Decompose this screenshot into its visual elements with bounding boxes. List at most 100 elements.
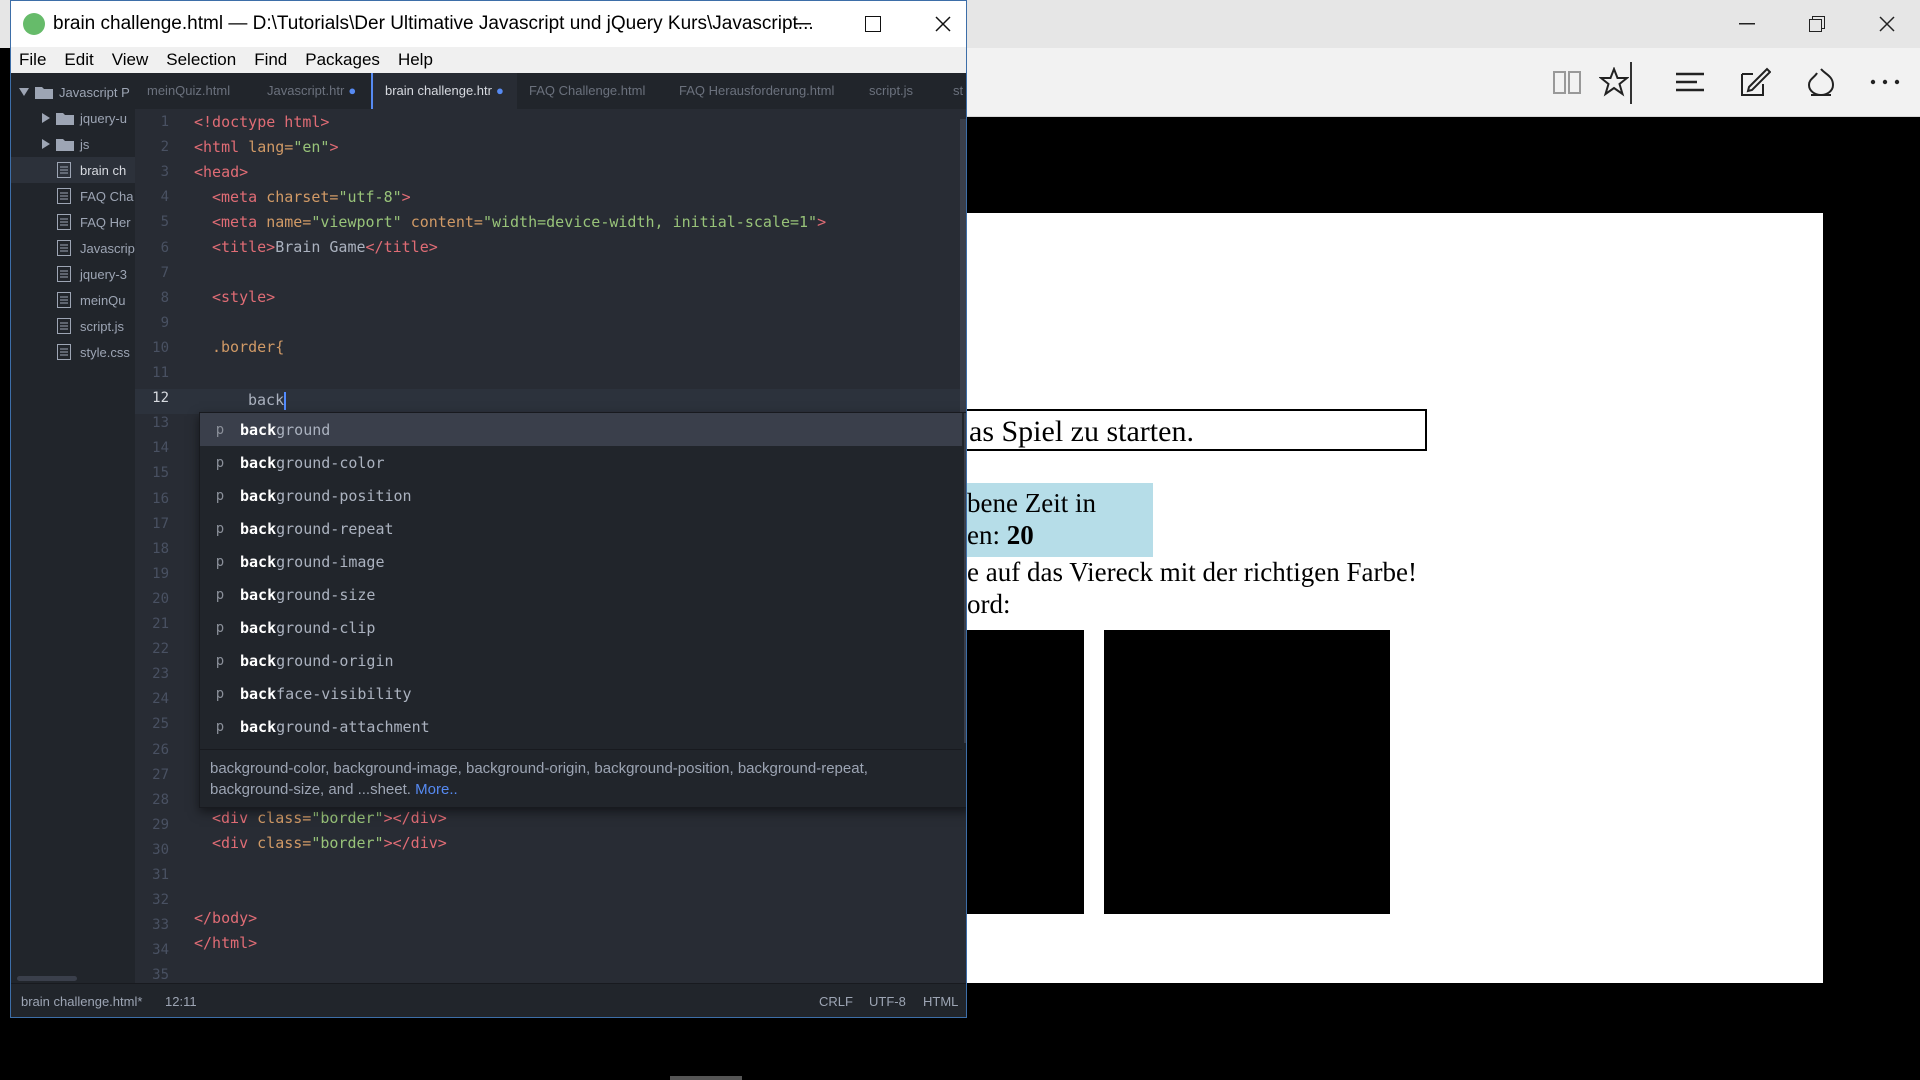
tree-file-style-css[interactable]: style.css [11, 339, 135, 365]
status-encoding[interactable]: UTF-8 [869, 984, 906, 1017]
code-token: class= [257, 809, 312, 827]
toolbar-separator [1630, 62, 1632, 104]
code-token: </body> [194, 909, 258, 927]
tree-view: Javascript P jquery-u js brain ch FAQ Ch… [11, 73, 136, 993]
line-number: 10 [152, 339, 169, 356]
autocomplete-item[interactable]: p back ground-attachment [200, 710, 962, 743]
status-cursor-position[interactable]: 12:11 [165, 984, 197, 1017]
browser-close-button[interactable] [1852, 0, 1920, 48]
status-grammar[interactable]: HTML [923, 984, 958, 1017]
game-square[interactable] [967, 630, 1084, 914]
start-message-box[interactable]: as Spiel zu starten. [967, 409, 1427, 451]
line-number: 4 [160, 189, 169, 206]
tree-file-meinquiz[interactable]: meinQu [11, 287, 135, 313]
code-line-1: <!doctype html> [194, 113, 329, 131]
suggestion-type-badge: p [215, 652, 225, 669]
tab-style[interactable]: st [949, 73, 966, 109]
suggestion-match: back [240, 684, 277, 703]
reading-view-button[interactable] [1547, 62, 1587, 102]
tree-file-faq-challenge[interactable]: FAQ Cha [11, 183, 135, 209]
code-token: <style> [212, 288, 276, 306]
tab-label: Javascript.htr [267, 83, 345, 98]
line-number: 2 [160, 139, 169, 156]
suggestion-rest: ground-clip [276, 618, 376, 637]
tree-file-brain-challenge[interactable]: brain ch [11, 157, 135, 183]
autocomplete-item[interactable]: p back ground-image [200, 545, 962, 578]
menu-bar: File Edit View Selection Find Packages H… [11, 47, 966, 73]
browser-minimize-button[interactable] [1712, 0, 1782, 48]
tree-label: Javascrip [80, 240, 135, 256]
restore-icon [1809, 16, 1825, 32]
game-square[interactable] [1104, 630, 1390, 914]
share-button[interactable] [1801, 62, 1841, 102]
tab-faq-challenge[interactable]: FAQ Challenge.html [517, 73, 667, 109]
tree-file-jquery[interactable]: jquery-3 [11, 261, 135, 287]
editor-minimize-button[interactable] [768, 1, 838, 47]
autocomplete-popup: p back ground p back ground-color p back groun… [199, 412, 966, 808]
suggestion-rest: ground-repeat [276, 519, 394, 538]
line-number: 28 [152, 791, 169, 808]
autocomplete-item[interactable]: p back ground-position [200, 479, 962, 512]
menu-packages[interactable]: Packages [305, 50, 380, 70]
tree-label: style.css [80, 344, 130, 360]
more-button[interactable] [1865, 62, 1905, 102]
line-number: 14 [152, 440, 169, 457]
code-token: "viewport" [311, 213, 402, 231]
suggestion-type-badge: p [215, 619, 225, 636]
tree-label: meinQu [80, 292, 126, 308]
status-file-path[interactable]: brain challenge.html* [21, 984, 142, 1017]
tab-brain-challenge[interactable]: brain challenge.htr ● [371, 73, 517, 109]
menu-find[interactable]: Find [254, 50, 287, 70]
autocomplete-scrollbar[interactable] [964, 413, 966, 743]
tree-folder-jquery-ui[interactable]: jquery-u [11, 105, 135, 131]
code-token: "border" [311, 809, 384, 827]
autocomplete-item[interactable]: p back ground-origin [200, 644, 962, 677]
text-cursor [284, 391, 287, 410]
favorite-button[interactable] [1594, 62, 1634, 102]
tree-file-faq-herausforderung[interactable]: FAQ Her [11, 209, 135, 235]
tab-meinquiz[interactable]: meinQuiz.html [135, 73, 255, 109]
tree-folder-js[interactable]: js [11, 131, 135, 157]
autocomplete-item[interactable]: p back ground [200, 413, 962, 446]
more-icon [1870, 79, 1900, 85]
tab-faq-herausforderung[interactable]: FAQ Herausforderung.html [667, 73, 857, 109]
line-number: 34 [152, 942, 169, 959]
menu-file[interactable]: File [19, 50, 46, 70]
browser-restore-button[interactable] [1782, 0, 1852, 48]
suggestion-type-badge: p [215, 718, 225, 735]
autocomplete-item[interactable]: p back ground-size [200, 578, 962, 611]
line-number: 6 [160, 239, 169, 256]
editor-maximize-button[interactable] [838, 1, 908, 47]
more-link[interactable]: More.. [415, 781, 458, 798]
suggestion-match: back [240, 486, 277, 505]
file-icon [57, 162, 71, 178]
autocomplete-item[interactable]: p back ground-clip [200, 611, 962, 644]
suggestion-type-badge: p [215, 586, 225, 603]
hub-button[interactable] [1670, 62, 1710, 102]
tree-label: js [80, 136, 90, 152]
menu-view[interactable]: View [112, 50, 149, 70]
tree-file-javascript[interactable]: Javascrip [11, 235, 135, 261]
tab-script-js[interactable]: script.js [857, 73, 949, 109]
tree-project-root[interactable]: Javascript P [11, 79, 135, 105]
tree-horizontal-scrollbar[interactable] [17, 976, 77, 981]
menu-selection[interactable]: Selection [166, 50, 236, 70]
file-icon [57, 292, 71, 308]
autocomplete-item[interactable]: p back ground-color [200, 446, 962, 479]
file-icon [57, 344, 71, 360]
time-label-prefix: en: [967, 520, 1007, 550]
editor-close-button[interactable] [908, 1, 966, 47]
menu-edit[interactable]: Edit [64, 50, 93, 70]
tab-javascript[interactable]: Javascript.htr ● [255, 73, 371, 109]
status-line-ending[interactable]: CRLF [819, 984, 853, 1017]
tree-label: jquery-3 [80, 266, 127, 282]
autocomplete-item[interactable]: p back face-visibility [200, 677, 962, 710]
menu-help[interactable]: Help [398, 50, 433, 70]
code-token: "utf-8" [338, 188, 402, 206]
tab-label: brain challenge.htr [385, 83, 492, 98]
web-note-button[interactable] [1735, 62, 1775, 102]
tree-file-script-js[interactable]: script.js [11, 313, 135, 339]
code-token: > [401, 188, 411, 206]
suggestion-rest: ground-attachment [276, 717, 430, 736]
autocomplete-item[interactable]: p back ground-repeat [200, 512, 962, 545]
